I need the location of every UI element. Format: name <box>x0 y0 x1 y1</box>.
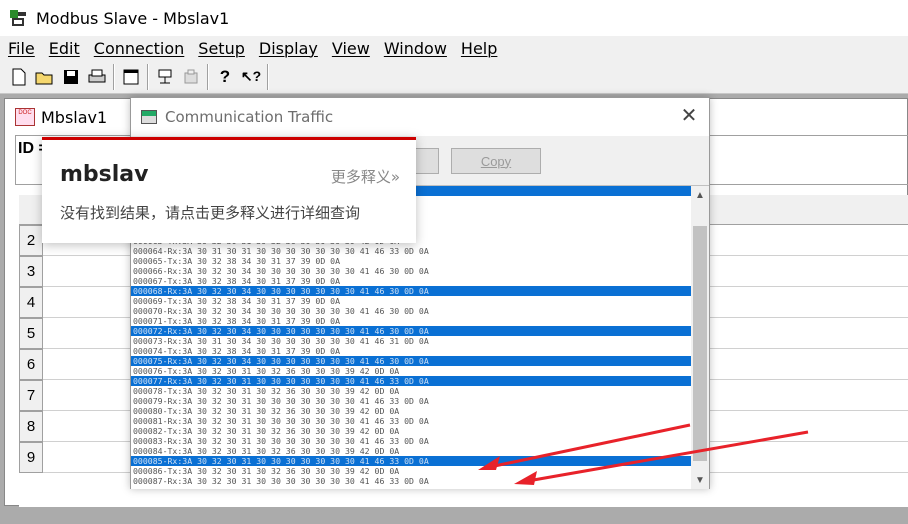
row-header[interactable]: 9 <box>19 442 43 473</box>
comm-title-bar: Communication Traffic ✕ <box>131 98 709 136</box>
save-icon[interactable] <box>60 66 82 88</box>
toolbar: ? ↖? <box>0 60 908 94</box>
log-line[interactable]: 000070-Rx:3A 30 32 30 34 30 30 30 30 30 … <box>131 306 691 316</box>
log-line[interactable]: 000083-Rx:3A 30 32 30 31 30 30 30 30 30 … <box>131 436 691 446</box>
connect-icon[interactable] <box>154 66 176 88</box>
row-header[interactable]: 6 <box>19 349 43 380</box>
menu-edit[interactable]: Edit <box>49 39 80 58</box>
log-line[interactable]: 000085-Rx:3A 30 32 30 31 30 30 30 30 30 … <box>131 456 691 466</box>
copy-button[interactable]: Copy <box>451 148 541 174</box>
row-header[interactable]: 7 <box>19 380 43 411</box>
log-line[interactable]: 000074-Tx:3A 30 32 38 34 30 31 37 39 0D … <box>131 346 691 356</box>
traffic-window-icon <box>141 110 157 124</box>
log-line[interactable]: 000079-Rx:3A 30 32 30 31 30 30 30 30 30 … <box>131 396 691 406</box>
disconnect-icon[interactable] <box>180 66 202 88</box>
document-icon: DOC <box>15 108 35 126</box>
log-line[interactable]: 000065-Tx:3A 30 32 38 34 30 31 37 39 0D … <box>131 256 691 266</box>
menu-help[interactable]: Help <box>461 39 497 58</box>
log-line[interactable]: 000080-Tx:3A 30 32 30 31 30 32 36 30 30 … <box>131 406 691 416</box>
open-icon[interactable] <box>34 66 56 88</box>
log-line[interactable]: 000073-Rx:3A 30 31 30 34 30 30 30 30 30 … <box>131 336 691 346</box>
scroll-thumb[interactable] <box>693 226 707 461</box>
log-line[interactable]: 000082-Tx:3A 30 32 30 31 30 32 36 30 30 … <box>131 426 691 436</box>
log-line[interactable]: 000087-Rx:3A 30 32 30 31 30 30 30 30 30 … <box>131 476 691 486</box>
popup-message: 没有找到结果，请点击更多释义进行详细查询 <box>60 204 361 222</box>
scroll-up-icon[interactable]: ▲ <box>695 190 705 201</box>
log-line[interactable]: 000067-Tx:3A 30 32 38 34 30 31 37 39 0D … <box>131 276 691 286</box>
popup-word: mbslav <box>60 162 149 187</box>
window-title: Modbus Slave - Mbslav1 <box>36 8 230 28</box>
log-line[interactable]: 000084-Tx:3A 30 32 30 31 30 32 36 30 30 … <box>131 446 691 456</box>
dictionary-popup: mbslav 更多释义» 没有找到结果，请点击更多释义进行详细查询 <box>42 137 416 243</box>
close-icon[interactable]: ✕ <box>679 106 699 126</box>
log-line[interactable]: 000071-Tx:3A 30 32 38 34 30 31 37 39 0D … <box>131 316 691 326</box>
scroll-down-icon[interactable]: ▼ <box>695 475 705 486</box>
title-bar: Modbus Slave - Mbslav1 <box>0 0 908 36</box>
child-title-bar: DOC Mbslav1 <box>5 99 131 135</box>
row-header[interactable]: 5 <box>19 318 43 349</box>
new-icon[interactable] <box>8 66 30 88</box>
log-line[interactable]: 000076-Tx:3A 30 32 30 31 30 32 36 30 30 … <box>131 366 691 376</box>
log-line[interactable]: 000072-Rx:3A 30 32 30 34 30 30 30 30 30 … <box>131 326 691 336</box>
log-line[interactable]: 000069-Tx:3A 30 32 38 34 30 31 37 39 0D … <box>131 296 691 306</box>
print-icon[interactable] <box>86 66 108 88</box>
window-icon[interactable] <box>120 66 142 88</box>
context-help-icon[interactable]: ↖? <box>240 66 262 88</box>
log-line[interactable]: 000068-Rx:3A 30 32 30 34 30 30 30 30 30 … <box>131 286 691 296</box>
row-header[interactable]: 3 <box>19 256 43 287</box>
more-definitions-link[interactable]: 更多释义» <box>331 166 400 187</box>
log-line[interactable]: 000086-Tx:3A 30 32 30 31 30 32 36 30 30 … <box>131 466 691 476</box>
row-header[interactable]: 2 <box>19 225 43 256</box>
log-line[interactable]: 000075-Rx:3A 30 32 30 34 30 30 30 30 30 … <box>131 356 691 366</box>
menu-setup[interactable]: Setup <box>198 39 245 58</box>
log-line[interactable]: 000077-Rx:3A 30 32 30 31 30 30 30 30 30 … <box>131 376 691 386</box>
log-scrollbar[interactable]: ▲ ▼ <box>691 186 709 489</box>
menu-connection[interactable]: Connection <box>94 39 185 58</box>
log-line[interactable]: 000081-Rx:3A 30 32 30 31 30 30 30 30 30 … <box>131 416 691 426</box>
modbus-slave-app: Modbus Slave - Mbslav1 File Edit Connect… <box>0 0 908 524</box>
comm-title: Communication Traffic <box>165 108 334 126</box>
modbus-app-icon <box>8 8 28 28</box>
menu-window[interactable]: Window <box>384 39 447 58</box>
menu-file[interactable]: File <box>8 39 35 58</box>
menu-view[interactable]: View <box>332 39 370 58</box>
log-line[interactable]: 000066-Rx:3A 30 32 30 34 30 30 30 30 30 … <box>131 266 691 276</box>
help-icon[interactable]: ? <box>214 66 236 88</box>
log-line[interactable]: 000064-Rx:3A 30 31 30 31 30 30 30 30 30 … <box>131 246 691 256</box>
menu-display[interactable]: Display <box>259 39 318 58</box>
menu-bar: File Edit Connection Setup Display View … <box>0 36 908 60</box>
row-header[interactable]: 8 <box>19 411 43 442</box>
log-line[interactable]: 000078-Tx:3A 30 32 30 31 30 32 36 30 30 … <box>131 386 691 396</box>
row-header[interactable]: 4 <box>19 287 43 318</box>
child-title: Mbslav1 <box>41 107 108 127</box>
